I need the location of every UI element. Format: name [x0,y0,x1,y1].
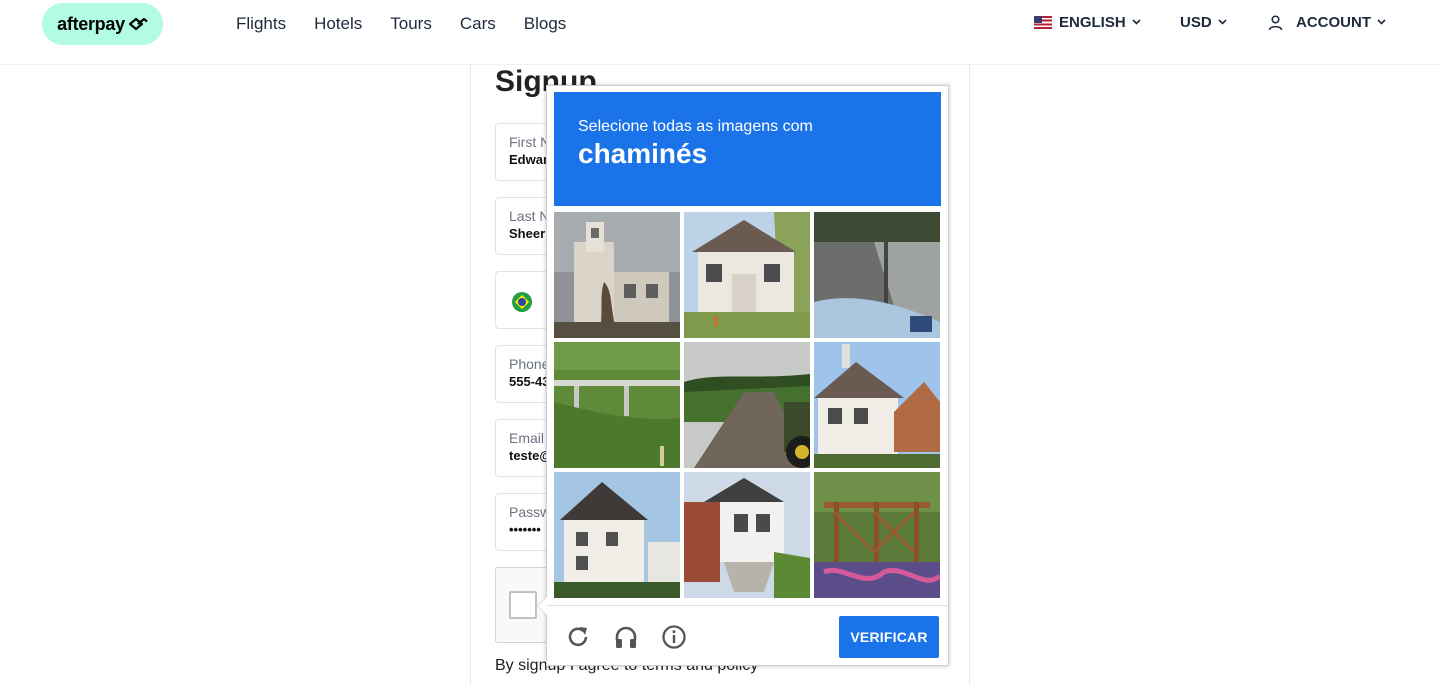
afterpay-logo[interactable]: afterpay [42,3,163,45]
headphones-icon[interactable] [613,624,639,650]
logo-text: afterpay [57,13,125,34]
challenge-footer: VERIFICAR [547,605,948,666]
field-label: Last N [509,208,550,224]
us-flag-icon [1034,16,1052,29]
language-selector[interactable]: ENGLISH [1034,14,1141,31]
challenge-instruction: Selecione todas as imagens com [578,118,813,135]
captcha-tile-highway-bridge[interactable] [554,342,680,468]
nav-flights[interactable]: Flights [236,13,286,35]
field-value: Edwar [509,152,549,167]
language-label: ENGLISH [1059,14,1126,31]
field-value: ••••••• [509,522,541,537]
challenge-pointer [537,596,547,616]
field-value: Sheer [509,226,546,241]
captcha-tile-white-house-gabled[interactable] [554,472,680,598]
account-label: ACCOUNT [1296,14,1371,31]
captcha-tile-white-house-with-porch[interactable] [684,212,810,338]
nav-tours[interactable]: Tours [390,13,432,35]
chevron-down-icon [1218,17,1227,28]
nav-cars[interactable]: Cars [460,13,496,35]
nav-blogs[interactable]: Blogs [524,13,567,35]
captcha-challenge: Selecione todas as imagens com chaminés [537,85,949,666]
currency-selector[interactable]: USD [1180,14,1227,31]
captcha-tile-wooden-pergola-graffiti[interactable] [814,472,940,598]
site-header: afterpay Flights Hotels Tours Cars Blogs… [0,0,1440,65]
user-icon [1268,14,1283,30]
main-nav: Flights Hotels Tours Cars Blogs [236,13,566,35]
captcha-tile-house-with-stairs[interactable] [684,472,810,598]
brazil-flag-icon [512,292,532,312]
captcha-tile-street-with-car-hood[interactable] [814,212,940,338]
captcha-tile-white-house-with-chimney[interactable] [814,342,940,468]
captcha-tile-rural-road-with-tractor[interactable] [684,342,810,468]
nav-hotels[interactable]: Hotels [314,13,362,35]
image-grid [554,212,942,600]
afterpay-arrows-icon [128,17,148,31]
captcha-tile-building-with-tower[interactable] [554,212,680,338]
field-label: First N [509,134,551,150]
challenge-object: chaminés [578,138,708,169]
chevron-down-icon [1377,17,1386,28]
account-menu[interactable]: ACCOUNT [1268,14,1386,31]
field-value: 555-43 [509,374,550,389]
field-label: Passw [509,504,551,520]
reload-icon[interactable] [565,624,591,650]
challenge-header: Selecione todas as imagens com chaminés [554,92,941,206]
field-label: Email [509,430,545,446]
chevron-down-icon [1132,17,1141,28]
currency-label: USD [1180,14,1212,31]
recaptcha-checkbox[interactable] [509,591,537,619]
verify-button[interactable]: VERIFICAR [839,616,939,658]
info-icon[interactable] [661,624,687,650]
field-label: Phone [509,356,550,372]
